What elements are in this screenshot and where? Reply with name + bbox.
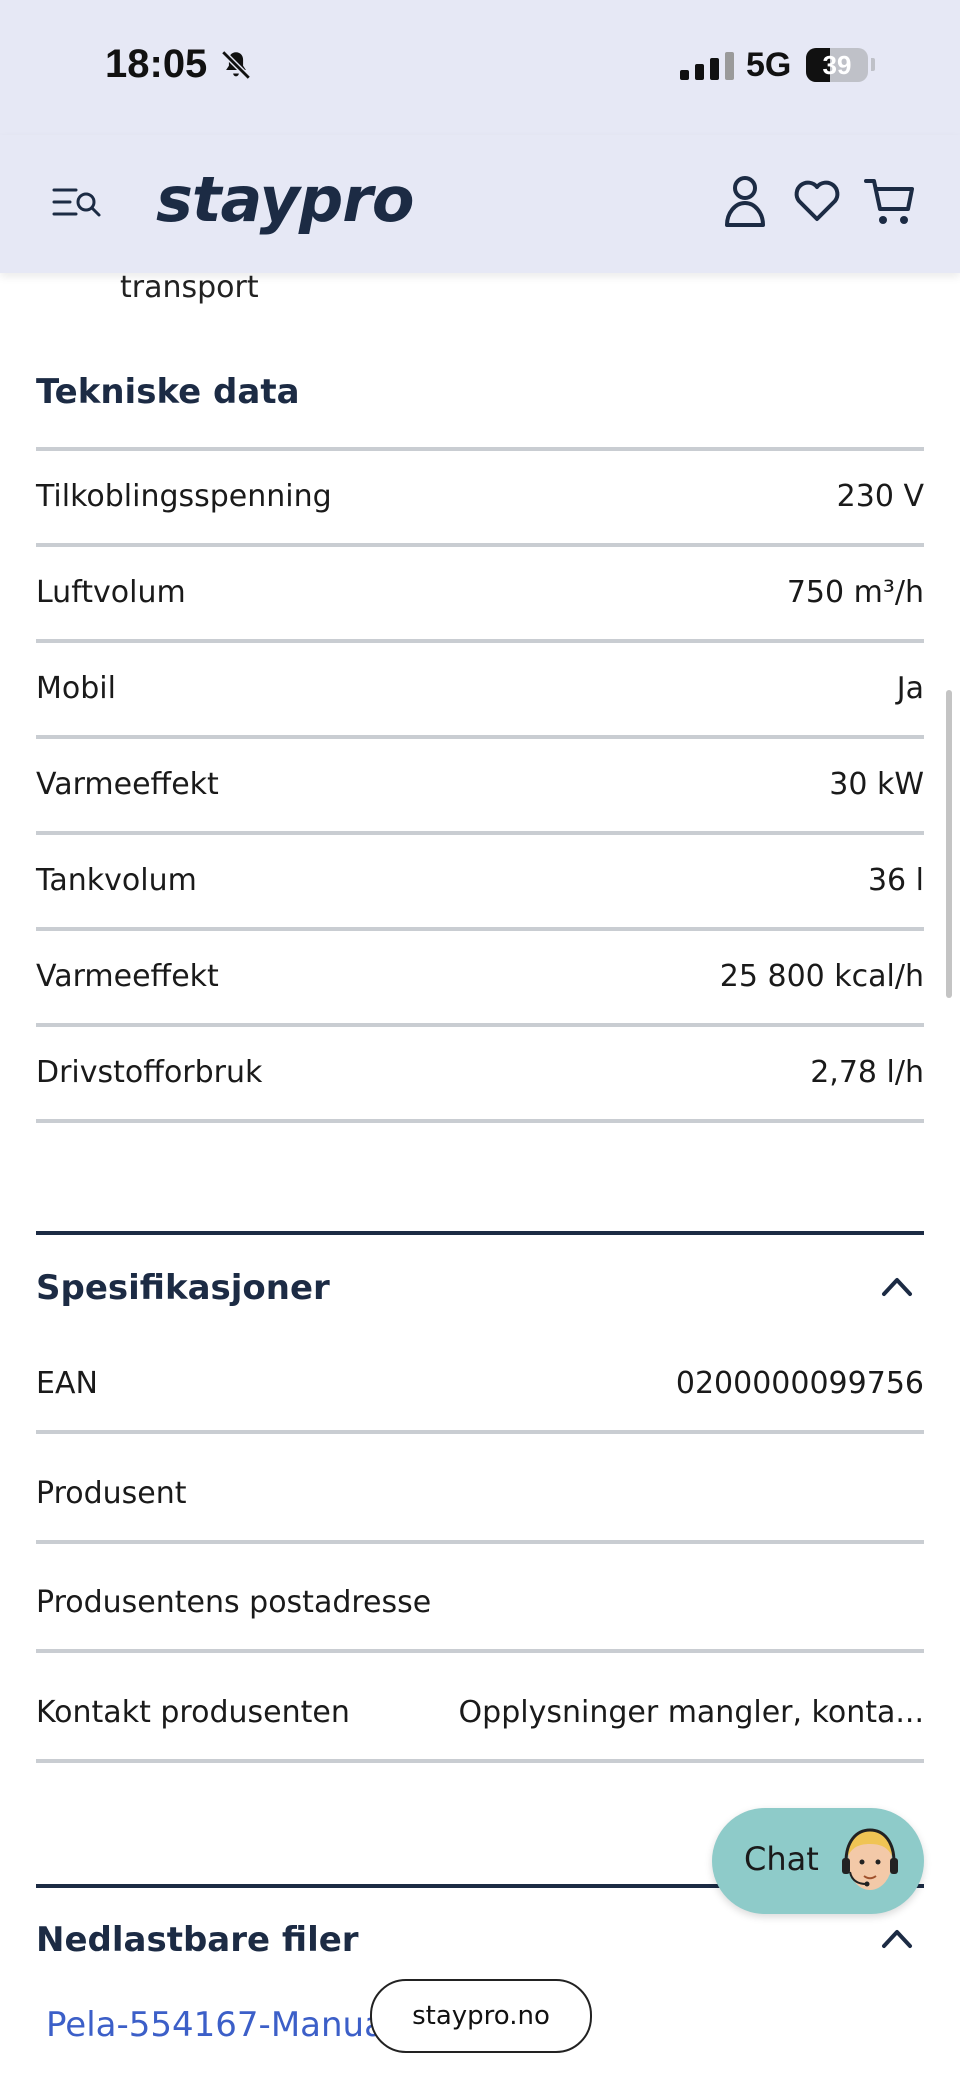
chat-button[interactable]: Chat (712, 1808, 924, 1914)
downloads-section-title[interactable]: Nedlastbare filer (36, 1920, 359, 1960)
signal-icon (680, 52, 734, 80)
status-bar: 18:05 5G 39 (0, 0, 960, 135)
divider (36, 639, 924, 643)
tech-row-label: Varmeeffekt (36, 766, 219, 802)
spec-row: Kontakt produsenten Opplysninger mangler… (36, 1686, 924, 1738)
tech-row-label: Tilkoblingsspenning (36, 478, 332, 514)
tech-row-value: 2,78 l/h (810, 1054, 924, 1090)
status-time: 18:05 (105, 42, 208, 86)
divider (36, 1759, 924, 1763)
spec-row-value: 0200000099756 (675, 1365, 924, 1401)
spec-row-label: Produsentens postadresse (36, 1584, 432, 1620)
spec-row-label: Kontakt produsenten (36, 1694, 350, 1730)
tech-row-value: 230 V (836, 478, 924, 514)
tech-row: Luftvolum 750 m³/h (36, 566, 924, 618)
network-type: 5G (746, 46, 792, 84)
battery-cap (871, 58, 875, 71)
divider (36, 927, 924, 931)
divider (36, 1649, 924, 1653)
spec-row: Produsentens postadresse (36, 1576, 924, 1628)
divider (36, 1540, 924, 1544)
chat-label: Chat (744, 1840, 819, 1878)
chevron-up-icon[interactable] (880, 1926, 914, 1950)
bell-muted-icon (221, 50, 251, 80)
spec-row: Produsent (36, 1467, 924, 1519)
tech-row-value: 30 kW (829, 766, 924, 802)
heart-icon[interactable] (793, 179, 841, 223)
scrollbar[interactable] (946, 690, 952, 998)
tech-row-label: Tankvolum (36, 862, 197, 898)
tech-row-label: Drivstofforbruk (36, 1054, 263, 1090)
spec-row-value: Opplysninger mangler, konta... (458, 1694, 924, 1730)
tech-row: Varmeeffekt 30 kW (36, 758, 924, 810)
tech-row: Varmeeffekt 25 800 kcal/h (36, 950, 924, 1002)
tech-row-value: 25 800 kcal/h (719, 958, 924, 994)
spec-row-label: EAN (36, 1365, 98, 1401)
logo[interactable]: staypro (156, 163, 414, 236)
divider (36, 831, 924, 835)
previous-list-item: transport (120, 270, 259, 305)
url-text: staypro.no (412, 2001, 550, 2031)
divider (36, 1119, 924, 1123)
spec-row-label: Produsent (36, 1475, 187, 1511)
tech-row-value: Ja (896, 670, 924, 706)
chevron-up-icon[interactable] (880, 1274, 914, 1298)
tech-row-label: Luftvolum (36, 574, 186, 610)
divider (36, 447, 924, 451)
divider (36, 735, 924, 739)
tech-row-value: 36 l (867, 862, 924, 898)
site-header: staypro (0, 135, 960, 273)
tech-row-label: Mobil (36, 670, 116, 706)
url-bar[interactable]: staypro.no (370, 1979, 592, 2053)
cart-icon[interactable] (864, 177, 916, 227)
tech-row-value: 750 m³/h (786, 574, 924, 610)
divider (36, 1023, 924, 1027)
spec-row: EAN 0200000099756 (36, 1357, 924, 1409)
battery-level: 39 (822, 50, 852, 80)
menu-search-icon[interactable] (52, 182, 102, 222)
tech-row: Tankvolum 36 l (36, 854, 924, 906)
specs-section-title[interactable]: Spesifikasjoner (36, 1268, 330, 1308)
tech-row: Mobil Ja (36, 662, 924, 714)
divider (36, 1430, 924, 1434)
battery-icon: 39 (806, 48, 868, 82)
divider (36, 543, 924, 547)
section-divider (36, 1231, 924, 1235)
tech-row: Tilkoblingsspenning 230 V (36, 470, 924, 522)
tech-row: Drivstofforbruk 2,78 l/h (36, 1046, 924, 1098)
download-file-link[interactable]: Pela-554167-Manua (46, 2005, 385, 2045)
tech-section-title: Tekniske data (36, 372, 300, 412)
support-agent-icon (842, 1828, 898, 1890)
tech-row-label: Varmeeffekt (36, 958, 219, 994)
account-icon[interactable] (722, 175, 768, 229)
